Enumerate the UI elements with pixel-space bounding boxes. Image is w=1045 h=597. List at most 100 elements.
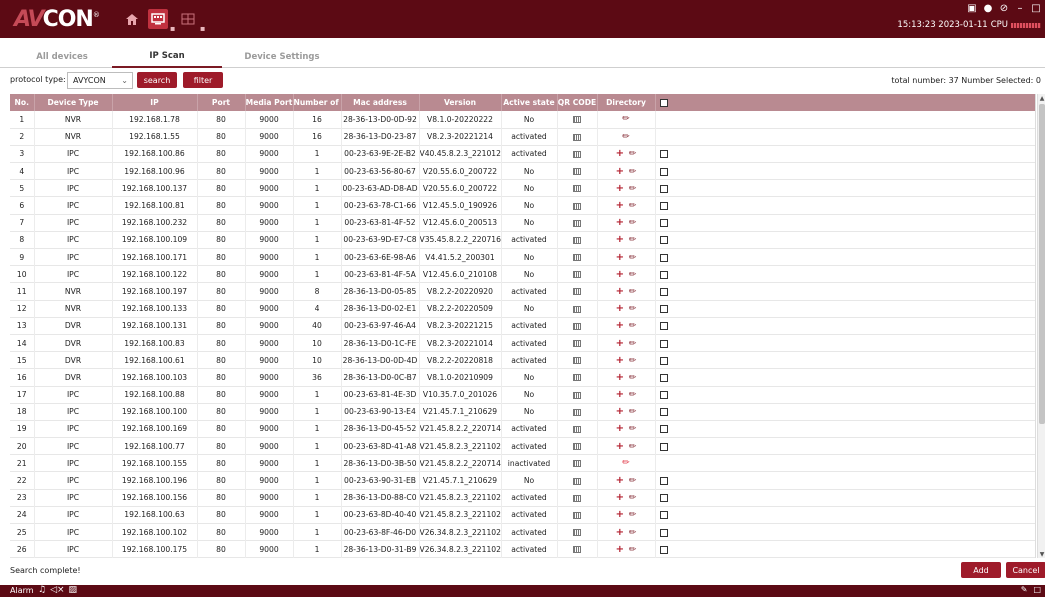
scroll-down-icon[interactable]: ▼ <box>1038 550 1045 558</box>
qr-code-icon[interactable] <box>573 425 581 433</box>
row-checkbox[interactable] <box>659 545 668 554</box>
qr-code-icon[interactable] <box>573 116 581 124</box>
add-device-icon[interactable]: + <box>616 252 624 263</box>
table-row[interactable]: 19 IPC 192.168.100.169 80 9000 1 28-36-13-D0-4… <box>10 420 1035 438</box>
help-icon[interactable]: ⊘ <box>999 3 1009 14</box>
table-row[interactable]: 20 IPC 192.168.100.77 80 9000 1 00-23-63-8D-41… <box>10 437 1035 455</box>
table-row[interactable]: 9 IPC 192.168.100.171 80 9000 1 00-23-63-6E-98… <box>10 248 1035 266</box>
edit-pencil-icon[interactable]: ✏ <box>629 407 637 417</box>
col-active-state[interactable]: Active state <box>501 94 558 111</box>
table-row[interactable]: 15 DVR 192.168.100.61 80 9000 10 28-36-13-D0-0… <box>10 351 1035 369</box>
table-row[interactable]: 21 IPC 192.168.100.155 80 9000 1 28-36-13-D0-3… <box>10 454 1035 472</box>
add-device-icon[interactable]: + <box>616 148 624 159</box>
edit-pencil-icon[interactable]: ✏ <box>622 458 630 468</box>
col-mac[interactable]: Mac address <box>341 94 420 111</box>
table-row[interactable]: 7 IPC 192.168.100.232 80 9000 1 00-23-63-81-4F… <box>10 214 1035 232</box>
add-device-icon[interactable]: + <box>616 372 624 383</box>
table-row[interactable]: 17 IPC 192.168.100.88 80 9000 1 00-23-63-81-4E… <box>10 386 1035 404</box>
table-row[interactable]: 25 IPC 192.168.100.102 80 9000 1 00-23-63-8F-4… <box>10 523 1035 541</box>
add-button[interactable]: Add <box>961 562 1001 578</box>
qr-code-icon[interactable] <box>573 236 581 244</box>
add-device-icon[interactable]: + <box>616 527 624 538</box>
row-checkbox[interactable] <box>659 305 668 314</box>
edit-pencil-icon[interactable]: ✏ <box>629 253 637 263</box>
table-row[interactable]: 3 IPC 192.168.100.86 80 9000 1 00-23-63-9E-2E-… <box>10 145 1035 163</box>
row-checkbox[interactable] <box>659 322 668 331</box>
edit-pencil-icon[interactable]: ✏ <box>629 442 637 452</box>
user-icon[interactable]: ● <box>983 3 993 14</box>
table-scrollbar[interactable]: ▲ ▼ <box>1037 94 1045 558</box>
add-device-icon[interactable]: + <box>616 286 624 297</box>
qr-code-icon[interactable] <box>573 322 581 330</box>
add-device-icon[interactable]: + <box>616 509 624 520</box>
tab-all-devices[interactable]: All devices <box>12 46 112 68</box>
tab-ip-scan[interactable]: IP Scan <box>112 46 222 68</box>
qr-code-icon[interactable] <box>573 511 581 519</box>
row-checkbox[interactable] <box>659 425 668 434</box>
qr-code-icon[interactable] <box>573 494 581 502</box>
edit-pencil-icon[interactable]: ✏ <box>622 132 630 142</box>
scroll-up-icon[interactable]: ▲ <box>1038 94 1045 102</box>
edit-pencil-icon[interactable]: ✏ <box>629 218 637 228</box>
image-icon[interactable]: ▨ <box>69 585 78 595</box>
col-version[interactable]: Version <box>419 94 502 111</box>
edit-pencil-icon[interactable]: ✏ <box>629 304 637 314</box>
edit-pencil-icon[interactable]: ✏ <box>629 356 637 366</box>
qr-code-icon[interactable] <box>573 391 581 399</box>
edit-pencil-icon[interactable]: ✏ <box>629 424 637 434</box>
row-checkbox[interactable] <box>659 373 668 382</box>
qr-code-icon[interactable] <box>573 254 581 262</box>
table-row[interactable]: 14 DVR 192.168.100.83 80 9000 10 28-36-13-D0-1… <box>10 334 1035 352</box>
table-row[interactable]: 8 IPC 192.168.100.109 80 9000 1 00-23-63-9D-E7… <box>10 231 1035 249</box>
alarm-button[interactable]: Alarm <box>10 586 34 595</box>
table-row[interactable]: 4 IPC 192.168.100.96 80 9000 1 00-23-63-56-80-… <box>10 162 1035 180</box>
qr-code-icon[interactable] <box>573 219 581 227</box>
add-device-icon[interactable]: + <box>616 355 624 366</box>
edit-pencil-icon[interactable]: ✏ <box>629 321 637 331</box>
table-row[interactable]: 2 NVR 192.168.1.55 80 9000 16 28-36-13-D0-23-8… <box>10 128 1035 146</box>
protocol-type-select[interactable]: AVYCON ⌄ <box>67 72 133 89</box>
table-row[interactable]: 23 IPC 192.168.100.156 80 9000 1 28-36-13-D0-8… <box>10 489 1035 507</box>
table-row[interactable]: 22 IPC 192.168.100.196 80 9000 1 00-23-63-90-3… <box>10 471 1035 490</box>
table-row[interactable]: 6 IPC 192.168.100.81 80 9000 1 00-23-63-78-C1-… <box>10 196 1035 215</box>
qr-code-icon[interactable] <box>573 408 581 416</box>
qr-code-icon[interactable] <box>573 477 581 485</box>
scroll-thumb[interactable] <box>1039 104 1045 424</box>
add-device-icon[interactable]: + <box>616 269 624 280</box>
table-row[interactable]: 26 IPC 192.168.100.175 80 9000 1 28-36-13-D0-3… <box>10 540 1035 558</box>
edit-pencil-icon[interactable]: ✏ <box>629 390 637 400</box>
add-device-icon[interactable]: + <box>616 389 624 400</box>
add-device-icon[interactable]: + <box>616 303 624 314</box>
qr-code-icon[interactable] <box>573 185 581 193</box>
qr-code-icon[interactable] <box>573 133 581 141</box>
table-row[interactable]: 5 IPC 192.168.100.137 80 9000 1 00-23-63-AD-D8… <box>10 179 1035 197</box>
qr-code-icon[interactable] <box>573 546 581 554</box>
edit-pencil-icon[interactable]: ✏ <box>622 114 630 124</box>
edit-pencil-icon[interactable]: ✏ <box>629 270 637 280</box>
col-media-port[interactable]: Media Port <box>245 94 294 111</box>
row-checkbox[interactable] <box>659 270 668 279</box>
row-checkbox[interactable] <box>659 408 668 417</box>
select-all-checkbox[interactable] <box>655 94 1035 111</box>
qr-code-icon[interactable] <box>573 460 581 468</box>
row-checkbox[interactable] <box>659 477 668 486</box>
row-checkbox[interactable] <box>659 391 668 400</box>
edit-pencil-icon[interactable]: ✏ <box>629 235 637 245</box>
row-checkbox[interactable] <box>659 150 668 159</box>
edit-pencil-icon[interactable]: ✏ <box>629 373 637 383</box>
row-checkbox[interactable] <box>659 219 668 228</box>
window-icon[interactable]: □ <box>1033 585 1041 594</box>
col-qr-code[interactable]: QR CODE <box>557 94 598 111</box>
edit-pencil-icon[interactable]: ✏ <box>629 476 637 486</box>
tab-device-settings[interactable]: Device Settings <box>222 46 342 68</box>
qr-code-icon[interactable] <box>573 443 581 451</box>
table-row[interactable]: 18 IPC 192.168.100.100 80 9000 1 00-23-63-90-1… <box>10 403 1035 421</box>
edit-pencil-icon[interactable]: ✏ <box>629 201 637 211</box>
qr-code-icon[interactable] <box>573 340 581 348</box>
row-checkbox[interactable] <box>659 236 668 245</box>
add-device-icon[interactable]: + <box>616 475 624 486</box>
col-device-type[interactable]: Device Type <box>34 94 113 111</box>
edit-pencil-icon[interactable]: ✏ <box>629 528 637 538</box>
add-device-icon[interactable]: + <box>616 183 624 194</box>
col-directory[interactable]: Directory <box>597 94 656 111</box>
